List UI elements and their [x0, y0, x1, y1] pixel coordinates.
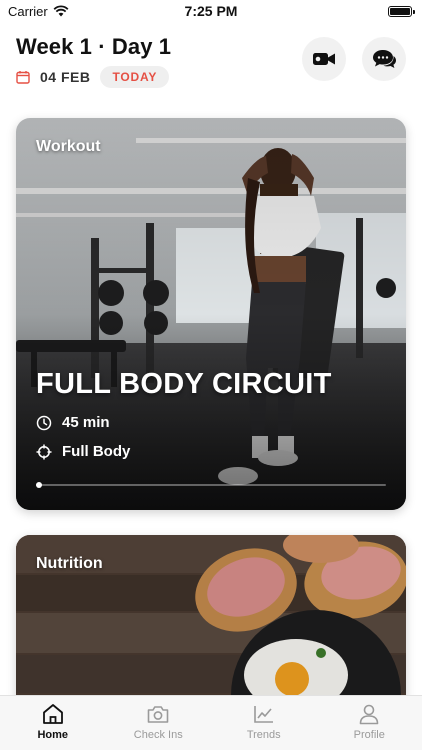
- chat-bubbles-icon: [373, 50, 396, 68]
- tab-check-ins[interactable]: Check Ins: [106, 696, 212, 750]
- today-badge[interactable]: TODAY: [100, 66, 170, 88]
- tab-label: Trends: [246, 729, 281, 741]
- tab-bar: Home Check Ins Trends Profile: [0, 695, 422, 750]
- card-category-label: Workout: [36, 138, 101, 155]
- workout-title: FULL BODY CIRCUIT: [36, 368, 332, 400]
- status-bar: Carrier 7:25 PM: [0, 0, 422, 22]
- target-icon: [36, 444, 52, 459]
- video-call-button[interactable]: [302, 37, 346, 81]
- chat-button[interactable]: [362, 37, 406, 81]
- date-row: 04 FEB TODAY: [16, 66, 170, 88]
- focus-text: Full Body: [62, 443, 131, 460]
- tab-label: Home: [37, 729, 69, 741]
- focus-row: Full Body: [36, 443, 130, 460]
- chart-icon: [253, 706, 273, 723]
- user-icon: [359, 704, 379, 725]
- tab-trends[interactable]: Trends: [211, 696, 317, 750]
- video-camera-icon: [313, 53, 335, 65]
- clock-icon: [36, 415, 52, 430]
- page-title: Week 1 · Day 1: [16, 34, 172, 59]
- camera-icon: [147, 706, 169, 723]
- status-time: 7:25 PM: [184, 3, 238, 19]
- workout-progress-bar: [36, 482, 386, 488]
- date-text: 04 FEB: [40, 69, 91, 85]
- calendar-icon: [16, 71, 30, 84]
- workout-card[interactable]: Workout FULL BODY CIRCUIT 45 min Full Bo…: [16, 118, 406, 510]
- duration-text: 45 min: [62, 414, 110, 431]
- tab-home[interactable]: Home: [0, 696, 106, 750]
- home-icon: [42, 704, 63, 724]
- header: Week 1 · Day 1 04 FEB TODAY: [16, 34, 406, 94]
- progress-indicator: [36, 482, 42, 488]
- card-category-label: Nutrition: [36, 555, 103, 572]
- tab-profile[interactable]: Profile: [317, 696, 422, 750]
- tab-label: Check Ins: [133, 729, 183, 741]
- duration-row: 45 min: [36, 414, 110, 431]
- tab-label: Profile: [353, 729, 385, 741]
- battery-icon: [388, 5, 415, 17]
